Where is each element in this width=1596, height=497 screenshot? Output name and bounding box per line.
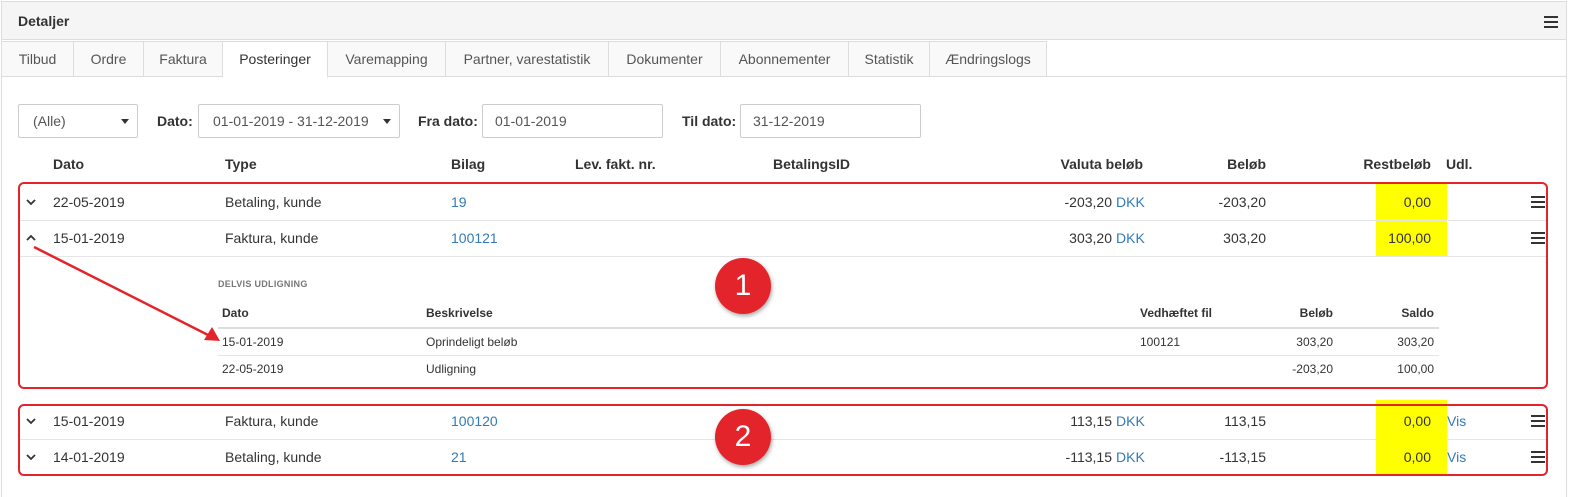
to-date-value: 31-12-2019 [753,113,825,129]
col-header-belob[interactable]: Beløb [1165,156,1266,172]
caret-down-icon [383,119,391,124]
to-date-label: Til dato: [682,113,737,129]
from-date-value: 01-01-2019 [495,113,567,129]
annotation-box-2 [18,404,1548,476]
tab-tilbud[interactable]: Tilbud [2,41,74,77]
scope-select[interactable]: (Alle) [18,104,138,138]
tab-statistik[interactable]: Statistik [848,41,930,77]
annotation-box-1 [18,182,1548,389]
tab-varemapping[interactable]: Varemapping [327,41,446,77]
col-header-restbelob[interactable]: Restbeløb [1340,156,1431,172]
annotation-badge-2: 2 [715,409,771,465]
annotation-arrow [33,245,220,341]
tab-dokumenter[interactable]: Dokumenter [608,41,721,77]
tab-aendringslogs[interactable]: Ændringslogs [929,41,1047,77]
col-header-lev-fakt-nr[interactable]: Lev. fakt. nr. [575,156,656,172]
panel-title: Detaljer [18,13,70,29]
tab-ordre[interactable]: Ordre [73,41,144,77]
col-header-dato[interactable]: Dato [53,156,84,172]
tab-partner-varestatistik[interactable]: Partner, varestatistik [445,41,609,77]
to-date-input[interactable]: 31-12-2019 [740,104,921,138]
tab-bar: Tilbud Ordre Faktura Posteringer Varemap… [2,41,1566,78]
col-header-valuta-belob[interactable]: Valuta beløb [1000,156,1143,172]
tab-abonnementer[interactable]: Abonnementer [720,41,849,77]
tab-faktura[interactable]: Faktura [143,41,223,77]
hamburger-icon[interactable] [1544,16,1558,28]
col-header-betalingsid[interactable]: BetalingsID [773,156,850,172]
from-date-label: Fra dato: [418,113,478,129]
caret-down-icon [121,119,129,124]
date-range-select[interactable]: 01-01-2019 - 31-12-2019 [198,104,400,138]
from-date-input[interactable]: 01-01-2019 [482,104,663,138]
col-header-bilag[interactable]: Bilag [451,156,485,172]
annotation-badge-1: 1 [715,258,771,314]
scope-select-value: (Alle) [33,113,66,129]
tab-posteringer[interactable]: Posteringer [222,41,328,78]
date-label: Dato: [157,113,193,129]
panel-header: Detaljer [2,2,1566,40]
col-header-udl[interactable]: Udl. [1446,156,1472,172]
date-range-value: 01-01-2019 - 31-12-2019 [213,113,369,129]
col-header-type[interactable]: Type [225,156,257,172]
